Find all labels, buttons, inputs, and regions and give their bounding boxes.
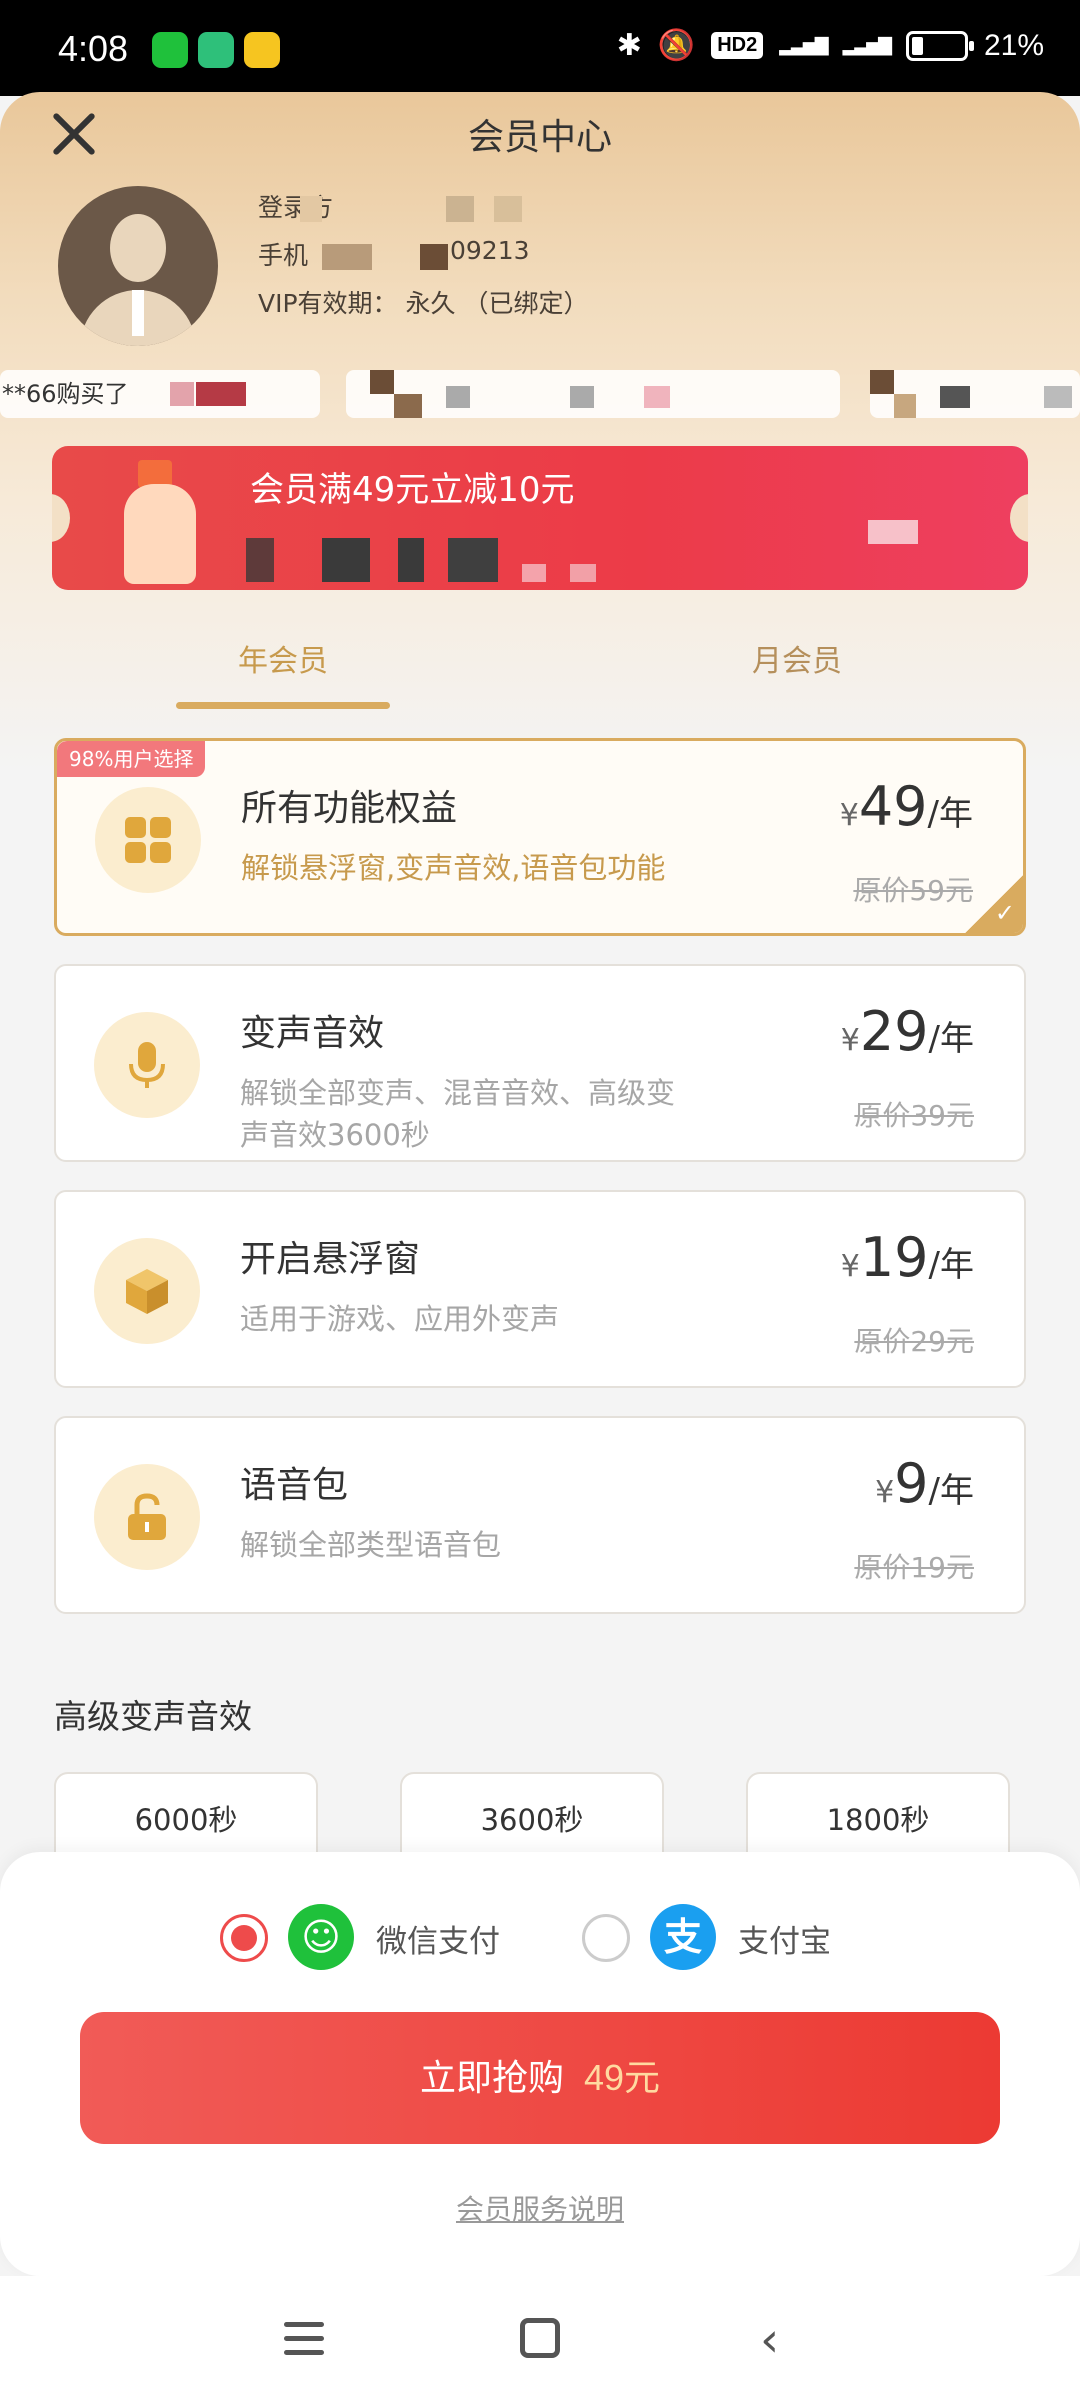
- plan-price: ¥29/年: [840, 1000, 974, 1063]
- buy-now-button[interactable]: 立即抢购 49元: [80, 2012, 1000, 2144]
- alipay-radio[interactable]: [582, 1914, 630, 1962]
- battery-icon: [905, 30, 974, 61]
- system-navigation-bar: ‹: [0, 2276, 1080, 2401]
- active-tab-indicator: [176, 702, 390, 709]
- grid-icon: [95, 787, 201, 893]
- alipay-icon[interactable]: 支: [650, 1904, 716, 1970]
- plan-original-price: 原价59元: [853, 874, 973, 907]
- plan-price: ¥49/年: [839, 775, 973, 838]
- promo-title: 会员满49元立减10元: [250, 470, 575, 510]
- signal-5g-icon: ▂▃▅▇: [842, 35, 892, 55]
- plan-name: 开启悬浮窗: [240, 1239, 421, 1280]
- phone-number: 09213: [450, 236, 530, 265]
- battery-level: [911, 36, 923, 55]
- recent-apps-icon[interactable]: [284, 2320, 324, 2356]
- plan-description: 解锁悬浮窗,变声音效,语音包功能: [241, 851, 666, 885]
- wechat-pay-radio[interactable]: [220, 1914, 268, 1962]
- plan-original-price: 原价19元: [854, 1551, 974, 1584]
- wechat-pay-icon[interactable]: ☺: [288, 1904, 354, 1970]
- page-title: 会员中心: [467, 117, 612, 158]
- alipay-label[interactable]: 支付宝: [738, 1916, 831, 1961]
- mute-icon: 🔕: [657, 29, 696, 62]
- vip-binding-status: （已绑定）: [463, 289, 589, 318]
- back-icon[interactable]: ‹: [760, 2312, 779, 2368]
- plan-price: ¥19/年: [840, 1226, 974, 1289]
- tab-monthly[interactable]: 月会员: [752, 636, 842, 680]
- battery-percent: 21%: [983, 28, 1044, 62]
- plan-name: 变声音效: [240, 1013, 385, 1054]
- phone-label: 手机: [258, 241, 309, 270]
- plan-description: 解锁全部类型语音包: [240, 1528, 502, 1562]
- tab-yearly[interactable]: 年会员: [238, 636, 328, 680]
- membership-terms-link[interactable]: 会员服务说明: [0, 2188, 1080, 2228]
- home-icon[interactable]: [520, 2318, 560, 2358]
- plan-card-voice-effects[interactable]: 变声音效 解锁全部变声、混音音效、高级变声音效3600秒 ¥29/年 原价39元: [54, 964, 1026, 1162]
- plan-name: 所有功能权益: [241, 788, 458, 829]
- wechat-notification-icon: [152, 32, 188, 68]
- bluetooth-icon: ✱: [616, 29, 642, 62]
- signal-4g-icon: ▂▃▅▇: [779, 35, 828, 55]
- ticker-item: **66购买了: [0, 370, 320, 418]
- plan-original-price: 原价29元: [854, 1325, 974, 1358]
- microphone-icon: [94, 1012, 200, 1118]
- plan-card-floating-window[interactable]: 开启悬浮窗 适用于游戏、应用外变声 ¥19/年 原价29元: [54, 1190, 1026, 1388]
- status-indicators: ✱ 🔕 HD2 ▂▃▅▇ ▂▃▅▇ 21%: [617, 28, 1044, 63]
- plan-original-price: 原价39元: [854, 1099, 974, 1132]
- plan-description: 适用于游戏、应用外变声: [240, 1302, 560, 1336]
- plan-card-voice-pack[interactable]: 语音包 解锁全部类型语音包 ¥9/年 原价19元: [54, 1416, 1026, 1614]
- hand-icon: [124, 484, 196, 584]
- plan-name: 语音包: [240, 1465, 349, 1506]
- purchase-ticker: **66购买了: [0, 370, 1080, 418]
- plan-price: ¥9/年: [875, 1452, 974, 1515]
- plan-description: 解锁全部变声、混音音效、高级变声音效3600秒: [240, 1076, 676, 1152]
- advanced-section-title: 高级变声音效: [54, 1697, 252, 1736]
- avatar[interactable]: [58, 186, 218, 346]
- unlock-icon: [94, 1464, 200, 1570]
- app-notification-icon: [198, 32, 234, 68]
- vip-validity: VIP有效期： 永久 （已绑定）: [258, 289, 589, 318]
- selected-check-icon: ✓: [963, 873, 1023, 933]
- vip-validity-value: 永久: [405, 289, 456, 318]
- promo-banner[interactable]: 会员满49元立减10元: [52, 446, 1028, 590]
- cube-icon: [94, 1238, 200, 1344]
- status-time: 4:08: [58, 28, 129, 69]
- popular-badge: 98%用户选择: [57, 741, 206, 777]
- status-bar: 4:08 ✱ 🔕 HD2 ▂▃▅▇ ▂▃▅▇ 21%: [0, 0, 1080, 96]
- payment-sheet: ☺ 微信支付 支 支付宝 立即抢购 49元 会员服务说明: [0, 1852, 1080, 2276]
- app-notification-icon-2: [244, 32, 280, 68]
- plan-card-all-features[interactable]: 98%用户选择 所有功能权益 解锁悬浮窗,变声音效,语音包功能 ¥49/年 原价…: [54, 738, 1026, 936]
- wechat-pay-label[interactable]: 微信支付: [376, 1916, 500, 1961]
- hd-icon: HD2: [711, 32, 764, 59]
